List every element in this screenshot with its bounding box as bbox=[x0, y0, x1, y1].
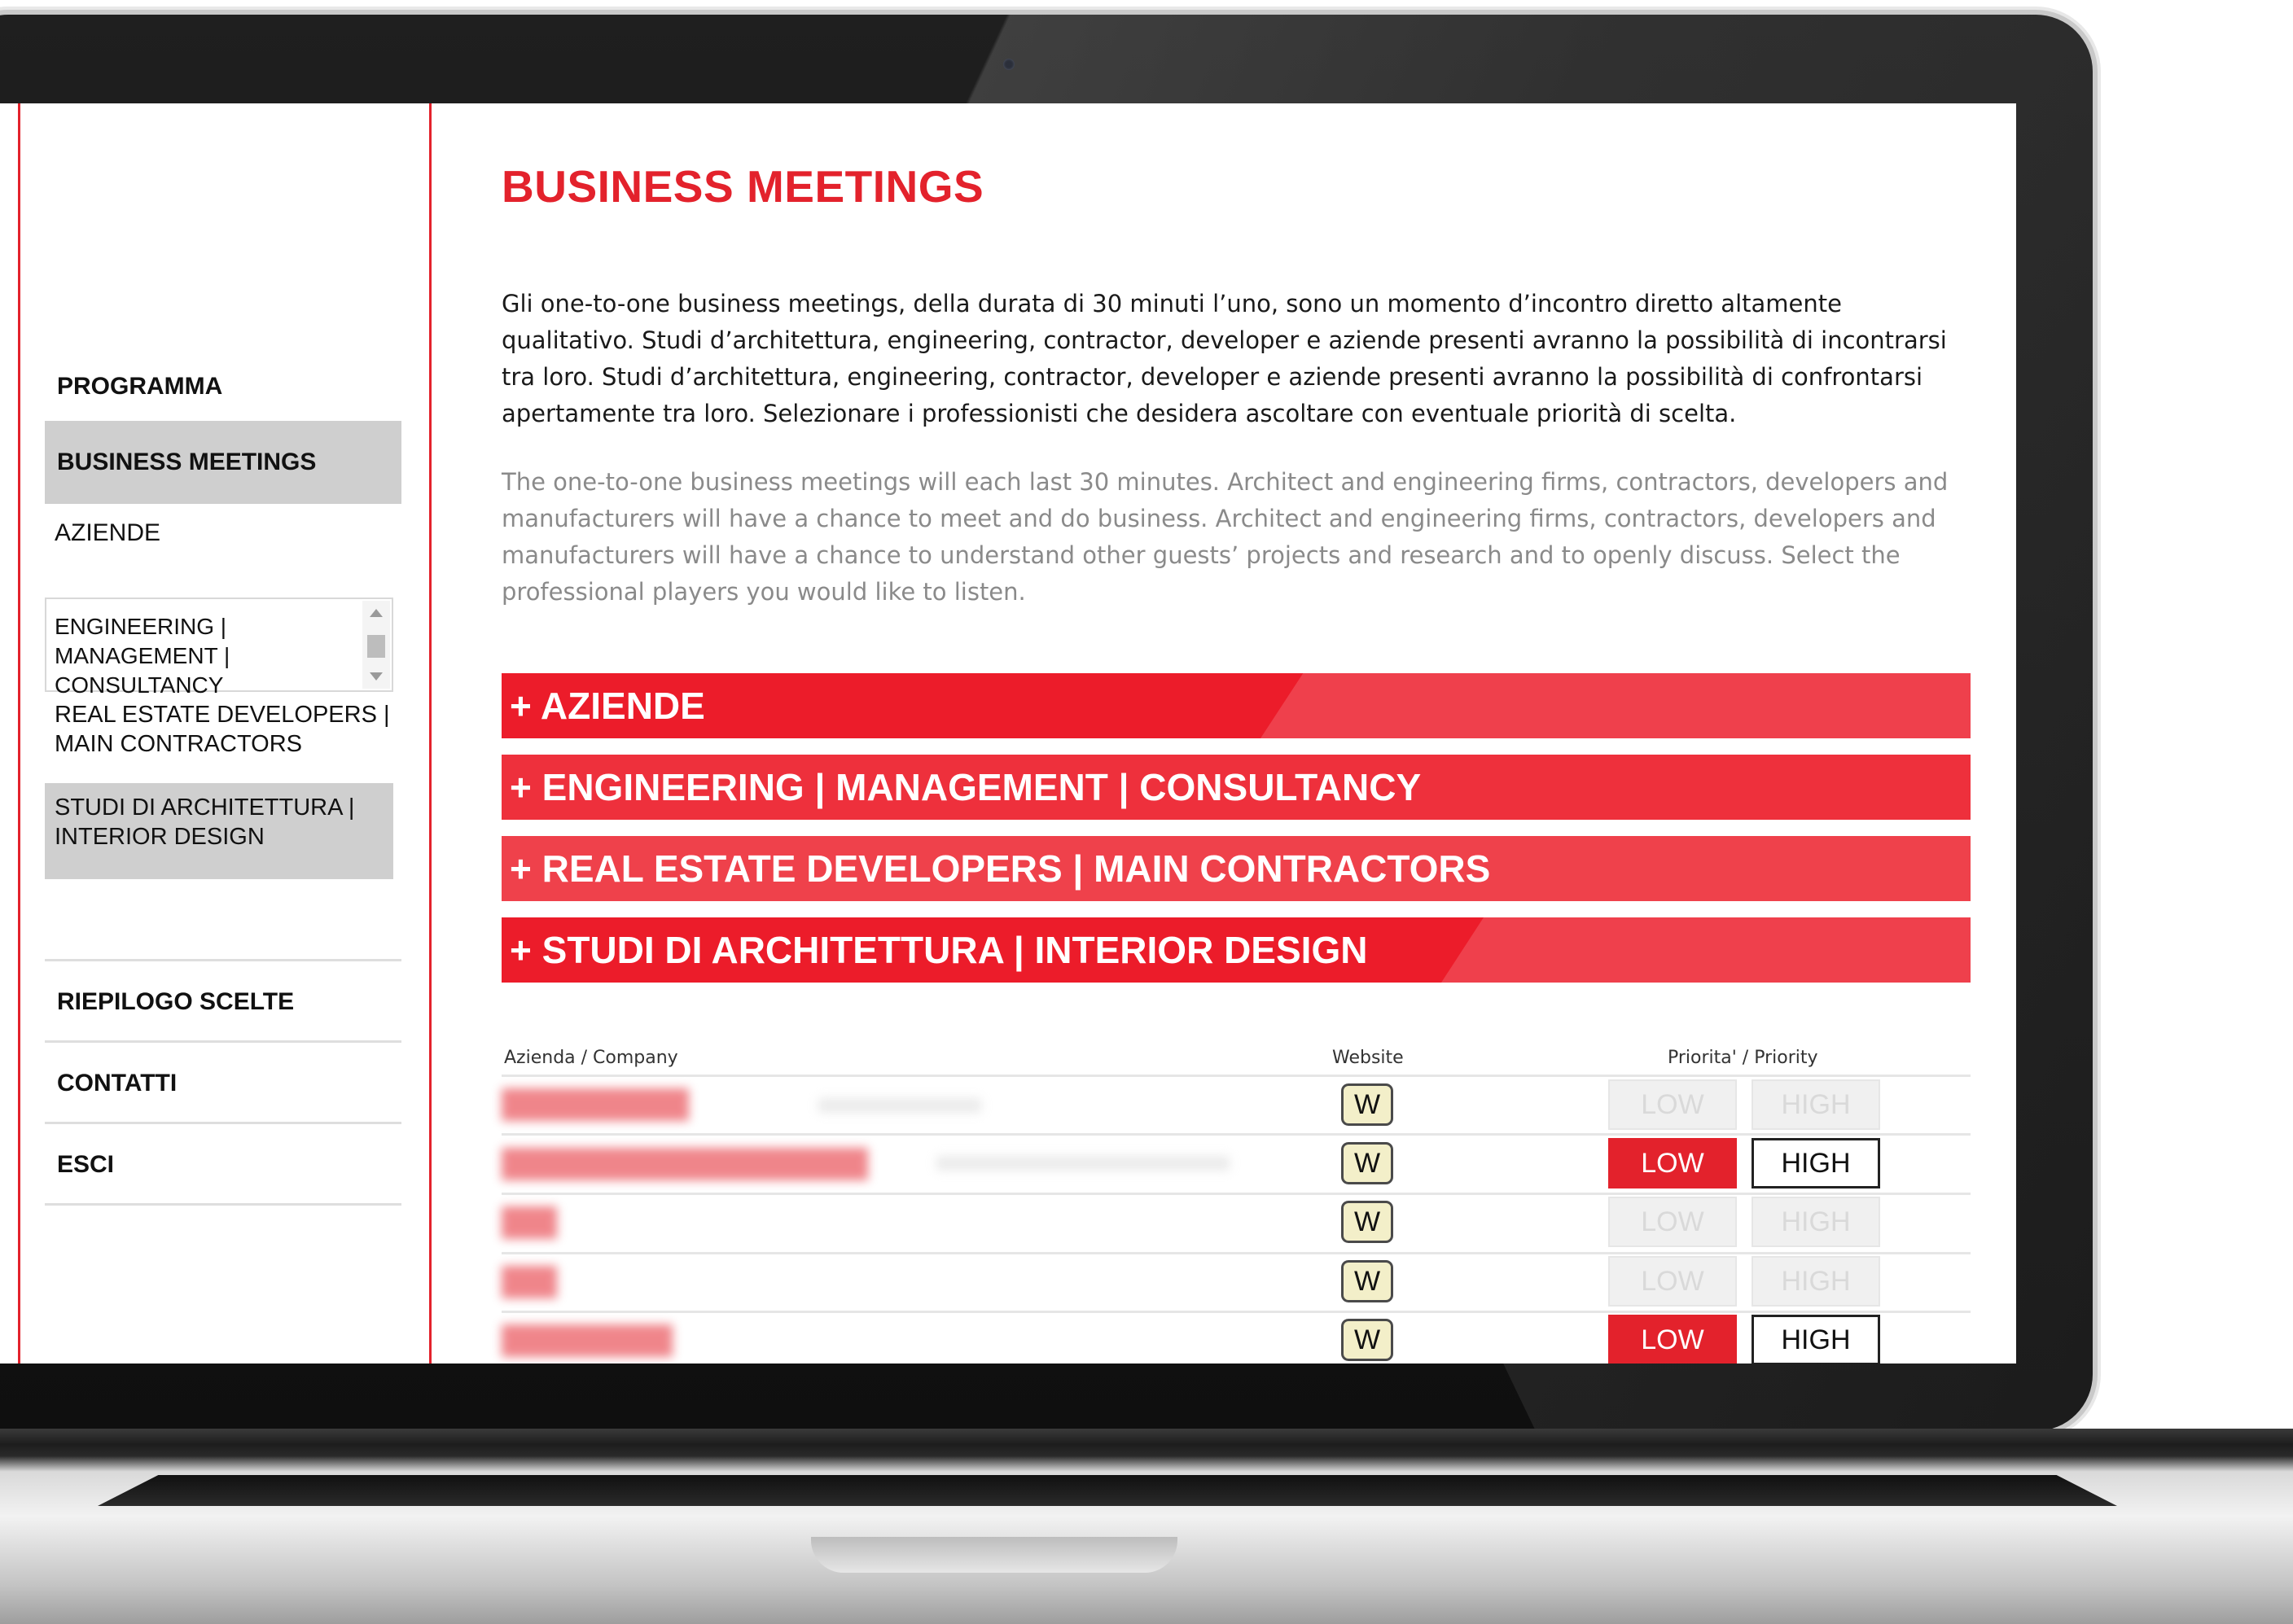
nav-aziende-label: AZIENDE bbox=[55, 519, 161, 546]
priority-low-button[interactable]: LOW bbox=[1608, 1315, 1737, 1364]
sub-item-real-estate[interactable]: REAL ESTATE DEVELOPERS | MAIN CONTRACTOR… bbox=[45, 700, 401, 759]
website-button[interactable]: W bbox=[1341, 1142, 1393, 1184]
sub-item-real-estate-label: REAL ESTATE DEVELOPERS | MAIN CONTRACTOR… bbox=[55, 702, 390, 757]
accordion-label: + REAL ESTATE DEVELOPERS | MAIN CONTRACT… bbox=[510, 847, 1491, 890]
nav-business-meetings[interactable]: BUSINESS MEETINGS bbox=[45, 421, 401, 504]
company-name-redacted bbox=[502, 1088, 689, 1121]
sub-item-architettura-label: STUDI DI ARCHITETTURA | INTERIOR DESIGN bbox=[55, 794, 355, 850]
priority-high-button[interactable]: HIGH bbox=[1752, 1138, 1880, 1188]
sidebar-divider bbox=[429, 103, 432, 1364]
scroll-up-icon[interactable] bbox=[370, 609, 383, 617]
nav-contatti[interactable]: CONTATTI bbox=[45, 1043, 401, 1124]
accordion-engineering[interactable]: + ENGINEERING | MANAGEMENT | CONSULTANCY bbox=[502, 755, 1971, 820]
sub-item-engineering[interactable]: ENGINEERING | MANAGEMENT | CONSULTANCY bbox=[55, 612, 364, 700]
website-button[interactable]: W bbox=[1341, 1260, 1393, 1302]
table-divider bbox=[502, 1311, 1971, 1313]
sub-category-list[interactable]: ENGINEERING | MANAGEMENT | CONSULTANCY bbox=[45, 598, 393, 698]
intro-italian: Gli one-to-one business meetings, della … bbox=[502, 290, 1947, 427]
accordion-aziende[interactable]: + AZIENDE bbox=[502, 673, 1971, 738]
table-divider bbox=[502, 1193, 1971, 1195]
screen: PROGRAMMA BUSINESS MEETINGS AZIENDE ENGI… bbox=[0, 103, 2016, 1364]
nav-esci-label: ESCI bbox=[57, 1151, 115, 1178]
left-divider bbox=[18, 103, 20, 1364]
website-button[interactable]: W bbox=[1341, 1201, 1393, 1243]
accordion-label: + ENGINEERING | MANAGEMENT | CONSULTANCY bbox=[510, 766, 1422, 808]
nav-esci[interactable]: ESCI bbox=[45, 1124, 401, 1206]
col-header-company: Azienda / Company bbox=[504, 1048, 678, 1068]
website-button[interactable]: W bbox=[1341, 1319, 1393, 1361]
nav-separator bbox=[45, 1203, 401, 1206]
accordion-shade bbox=[1441, 917, 1971, 983]
nav-programma-label: PROGRAMMA bbox=[57, 373, 223, 400]
priority-low-button[interactable]: LOW bbox=[1608, 1079, 1737, 1130]
row-blur bbox=[818, 1098, 981, 1113]
accordion-label: + AZIENDE bbox=[510, 685, 705, 727]
row-blur bbox=[936, 1156, 1230, 1171]
priority-high-button[interactable]: HIGH bbox=[1752, 1079, 1880, 1130]
page-title: BUSINESS MEETINGS bbox=[502, 161, 984, 212]
laptop-notch bbox=[811, 1537, 1177, 1573]
accordion-architettura[interactable]: + STUDI DI ARCHITETTURA | INTERIOR DESIG… bbox=[502, 917, 1971, 983]
company-name-redacted bbox=[502, 1324, 673, 1357]
accordion-real-estate[interactable]: + REAL ESTATE DEVELOPERS | MAIN CONTRACT… bbox=[502, 836, 1971, 901]
priority-high-button[interactable]: HIGH bbox=[1752, 1197, 1880, 1247]
accordion-shade bbox=[1260, 673, 1971, 738]
priority-high-button[interactable]: HIGH bbox=[1752, 1315, 1880, 1364]
laptop-base bbox=[0, 1429, 2293, 1624]
accordion-label: + STUDI DI ARCHITETTURA | INTERIOR DESIG… bbox=[510, 929, 1368, 971]
company-name-redacted bbox=[502, 1266, 557, 1298]
nav-riepilogo-label: RIEPILOGO SCELTE bbox=[57, 988, 295, 1015]
nav-contatti-label: CONTATTI bbox=[57, 1070, 178, 1097]
nav-programma[interactable]: PROGRAMMA bbox=[45, 364, 401, 409]
col-header-priority: Priorita' / Priority bbox=[1668, 1048, 1818, 1068]
priority-low-button[interactable]: LOW bbox=[1608, 1197, 1737, 1247]
sub-list-scrollbar[interactable] bbox=[362, 601, 390, 689]
nav-riepilogo-scelte[interactable]: RIEPILOGO SCELTE bbox=[45, 961, 401, 1043]
nav-aziende[interactable]: AZIENDE bbox=[45, 510, 401, 556]
intro-english: The one-to-one business meetings will ea… bbox=[502, 468, 1949, 606]
nav-business-meetings-label: BUSINESS MEETINGS bbox=[57, 449, 317, 475]
company-name-redacted bbox=[502, 1148, 868, 1180]
website-button[interactable]: W bbox=[1341, 1083, 1393, 1126]
priority-low-button[interactable]: LOW bbox=[1608, 1138, 1737, 1188]
scroll-down-icon[interactable] bbox=[370, 672, 383, 681]
scroll-thumb[interactable] bbox=[367, 635, 385, 658]
col-header-website: Website bbox=[1332, 1048, 1404, 1068]
table-divider bbox=[502, 1075, 1971, 1077]
priority-low-button[interactable]: LOW bbox=[1608, 1256, 1737, 1307]
table-divider bbox=[502, 1252, 1971, 1254]
sub-item-architettura[interactable]: STUDI DI ARCHITETTURA | INTERIOR DESIGN bbox=[45, 783, 393, 879]
priority-high-button[interactable]: HIGH bbox=[1752, 1256, 1880, 1307]
laptop-hinge bbox=[98, 1475, 2117, 1506]
company-name-redacted bbox=[502, 1206, 557, 1239]
camera-icon bbox=[1003, 59, 1015, 70]
table-divider bbox=[502, 1133, 1971, 1136]
